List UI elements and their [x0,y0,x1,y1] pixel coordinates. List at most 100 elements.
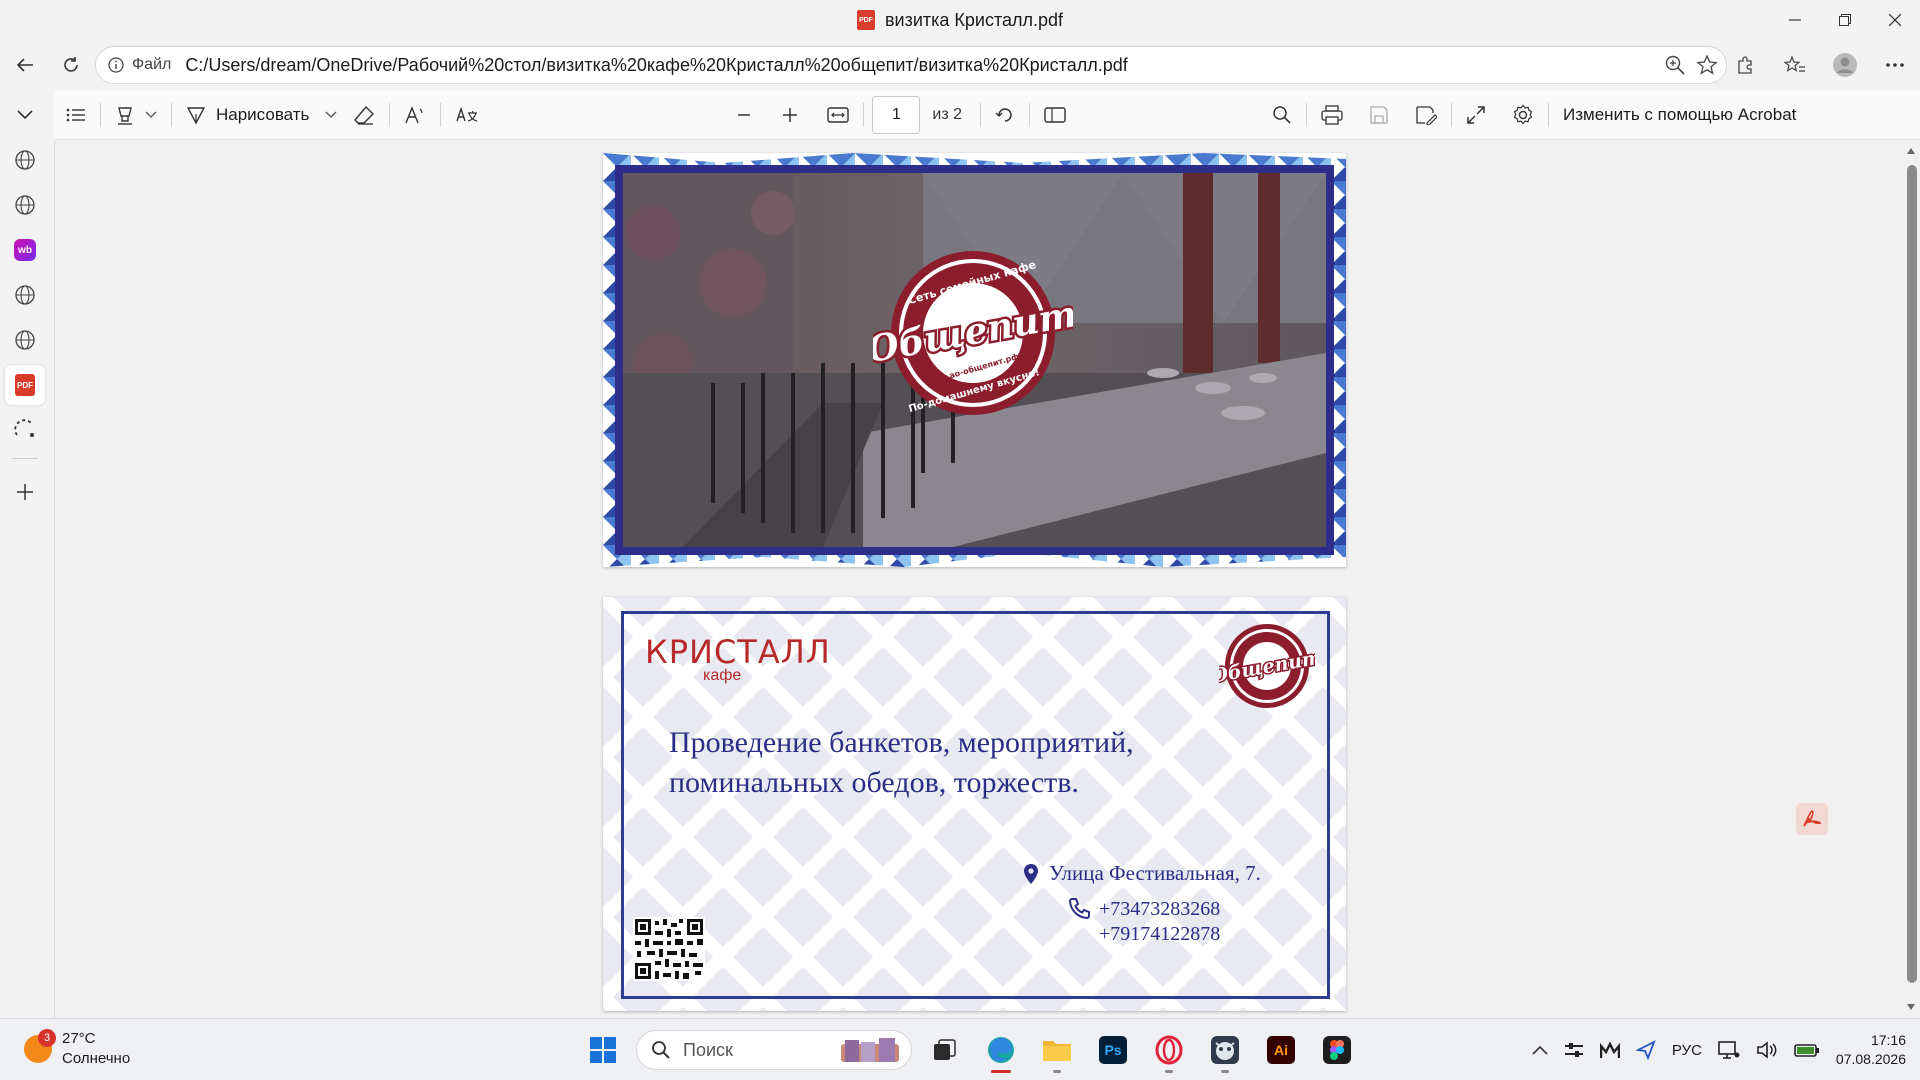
draw-label: Нарисовать [216,104,310,124]
page-number-input[interactable]: 1 [872,95,921,134]
photoshop-icon: Ps [1099,1036,1127,1064]
figma-icon [1323,1036,1351,1064]
obshchepit-small-logo: Общепит [1219,624,1315,708]
keyboard-language[interactable]: РУС [1672,1042,1702,1059]
clock-date: 07.08.2026 [1835,1051,1906,1067]
start-button[interactable] [580,1027,626,1073]
url-text[interactable]: C:/Users/dream/OneDrive/Рабочий%20стол/в… [185,55,1127,76]
settings-button[interactable] [1504,97,1542,133]
toolbar-divider [389,102,391,127]
zoom-out-button[interactable] [727,97,761,133]
scheme-label: Файл [132,56,172,73]
highlight-button[interactable] [107,97,165,133]
scroll-up-icon[interactable] [1906,147,1916,155]
print-button[interactable] [1313,97,1351,133]
wb-icon: wb [14,239,36,261]
address-actions [1664,47,1718,83]
find-button[interactable] [1264,97,1300,133]
pen-icon [186,106,206,124]
fullscreen-button[interactable] [1458,97,1494,133]
sidebar-item-site-3[interactable] [5,275,45,315]
globe-icon [15,330,35,350]
taskbar-edge[interactable] [978,1027,1024,1073]
sidebar-item-pdf[interactable]: PDF [5,365,45,405]
sidebar-item-site-2[interactable] [5,185,45,225]
zoom-in-button[interactable] [773,97,807,133]
puzzle-icon [1738,56,1752,74]
extensions-button[interactable] [1720,40,1770,90]
taskbar-search[interactable]: Поиск [636,1030,912,1070]
back-button[interactable] [0,40,50,90]
sidebar-add-button[interactable] [5,472,45,512]
page-view-button[interactable] [1036,97,1074,133]
battery-icon[interactable] [1794,1042,1820,1058]
profile-button[interactable] [1820,40,1870,90]
phone-icon [1068,898,1090,920]
favorites-button[interactable] [1770,40,1820,90]
toolbar-divider [440,102,442,127]
pdf-viewer[interactable]: Сеть семейных кафе Общепит www.ao-общепи… [54,141,1920,1018]
sidebar-item-copilot[interactable] [5,410,45,450]
read-aloud-button[interactable] [396,97,434,133]
gear-icon [1513,104,1533,124]
edit-with-acrobat-button[interactable]: Изменить с помощью Acrobat [1555,97,1804,133]
qr-code [633,917,705,981]
site-info-chip[interactable]: Файл [108,56,171,74]
save-button[interactable] [1361,97,1397,133]
pdf-toolbar: Нарисовать 1 из 2 Изменить с помощью Acr… [54,90,1920,140]
refresh-button[interactable] [46,40,96,90]
taskbar-figma[interactable] [1314,1027,1360,1073]
sidebar-item-wildberries[interactable]: wb [5,230,45,270]
scroll-down-icon[interactable] [1906,1003,1916,1011]
favorite-star-icon[interactable] [1696,54,1718,76]
contents-button[interactable] [58,97,94,133]
globe-icon [15,195,35,215]
edge-icon [988,1037,1014,1063]
search-icon [652,1041,670,1059]
navigation-bar: Файл C:/Users/dream/OneDrive/Рабочий%20с… [0,40,1920,90]
address-bar[interactable]: Файл C:/Users/dream/OneDrive/Рабочий%20с… [95,46,1727,84]
toolbar-divider [1029,102,1031,127]
taskbar-app-mascot[interactable] [1202,1027,1248,1073]
toolbar-divider [1306,102,1308,127]
rotate-button[interactable] [987,97,1023,133]
scroll-thumb[interactable] [1907,165,1917,983]
more-menu-button[interactable] [1870,40,1920,90]
title-bar: PDF визитка Кристалл.pdf [0,0,1920,40]
vertical-scrollbar[interactable] [1902,141,1920,1018]
address-row: Улица Фестивальная, 7. [1023,861,1261,886]
sidebar-item-site-1[interactable] [5,140,45,180]
phone-block: +73473283268 +79174122878 [1067,897,1220,947]
volume-icon[interactable] [1756,1040,1778,1060]
toolbar-divider [1451,102,1453,127]
fit-width-button[interactable] [819,97,857,133]
translate-button[interactable] [447,97,487,133]
sliders-icon[interactable] [1564,1041,1584,1059]
weather-widget[interactable]: 3 27°C Солнечно [24,1029,130,1069]
zoom-icon[interactable] [1664,54,1686,76]
acrobat-button[interactable] [1796,803,1828,835]
sidebar-item-site-4[interactable] [5,320,45,360]
taskbar-opera[interactable] [1146,1027,1192,1073]
task-view-button[interactable] [922,1027,968,1073]
draw-button[interactable]: Нарисовать [178,97,345,133]
clock[interactable]: 17:16 07.08.2026 [1836,1031,1906,1069]
monitor-icon[interactable] [1718,1040,1740,1060]
close-icon [1889,14,1901,26]
close-button[interactable] [1870,0,1920,40]
network-tray-icon[interactable] [1599,1041,1620,1059]
restore-button[interactable] [1820,0,1870,40]
chevron-up-icon[interactable] [1532,1045,1548,1055]
taskbar-illustrator[interactable]: Ai [1258,1027,1304,1073]
sidebar-collapse-toggle[interactable] [5,95,45,135]
save-as-button[interactable] [1407,97,1445,133]
pdf-icon: PDF [15,374,35,396]
phone-number: +79174122878 [1099,923,1221,945]
weather-description: Солнечно [62,1050,131,1067]
send-arrow-icon[interactable] [1635,1040,1656,1060]
minimize-button[interactable] [1770,0,1820,40]
taskbar-explorer[interactable] [1034,1027,1080,1073]
translate-icon [456,106,478,122]
taskbar-photoshop[interactable]: Ps [1090,1027,1136,1073]
erase-button[interactable] [345,97,383,133]
